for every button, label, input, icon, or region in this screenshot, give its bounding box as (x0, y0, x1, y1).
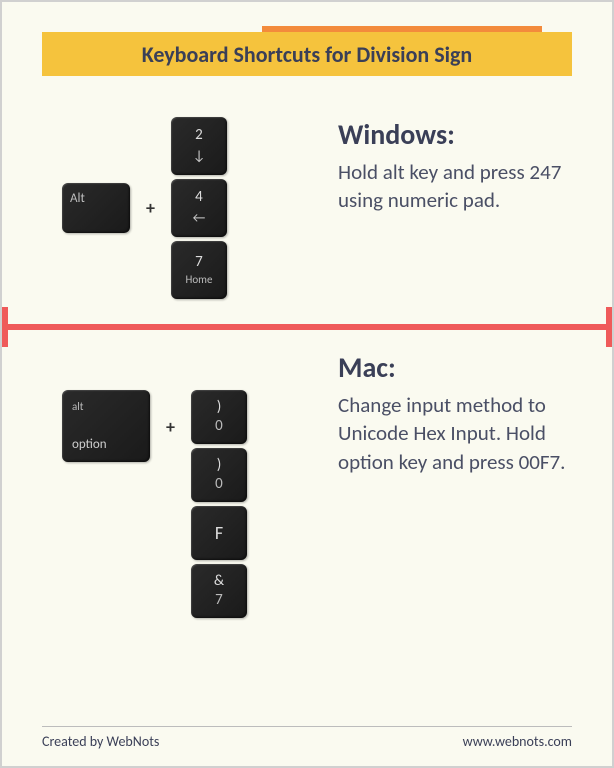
left-arrow-icon: ← (193, 209, 206, 226)
header-title: Keyboard Shortcuts for Division Sign (142, 41, 472, 68)
key-0b-top: ) (217, 458, 222, 473)
key-4-top: 4 (195, 190, 203, 205)
mac-instruction: Mac: Change input method to Unicode Hex … (322, 350, 572, 476)
windows-keys-area: Alt + 2 ↓ 4 ← 7 Home (62, 117, 322, 299)
key-0b-bottom: 0 (215, 477, 223, 492)
mac-keys-area: alt option + ) 0 ) 0 F & 7 (62, 350, 322, 618)
windows-title: Windows: (338, 117, 572, 152)
key-7-top: 7 (195, 255, 203, 270)
header-band: Keyboard Shortcuts for Division Sign (42, 32, 572, 82)
windows-text: Hold alt key and press 247 using numeric… (338, 158, 572, 215)
footer-row: Created by WebNots www.webnots.com (42, 733, 572, 750)
key-0a-bottom: 0 (215, 419, 223, 434)
key-2: 2 ↓ (171, 117, 227, 175)
key-7: 7 Home (171, 241, 227, 299)
windows-key-column: 2 ↓ 4 ← 7 Home (171, 117, 227, 299)
key-0a: ) 0 (191, 390, 247, 444)
mac-text: Change input method to Unicode Hex Input… (338, 391, 572, 476)
footer-url: www.webnots.com (463, 733, 572, 750)
key-7b: & 7 (191, 564, 247, 618)
mac-key-column: ) 0 ) 0 F & 7 (191, 390, 247, 618)
infographic-page: Keyboard Shortcuts for Division Sign Alt… (0, 0, 614, 768)
section-divider (2, 317, 612, 337)
key-4: 4 ← (171, 179, 227, 237)
windows-instruction: Windows: Hold alt key and press 247 usin… (322, 117, 572, 215)
key-7b-bottom: 7 (215, 593, 223, 608)
footer-divider-line (42, 726, 572, 727)
mac-title: Mac: (338, 350, 572, 385)
key-f-top: F (215, 524, 223, 542)
windows-section: Alt + 2 ↓ 4 ← 7 Home Windows: Hold al (2, 112, 612, 309)
key-0b: ) 0 (191, 448, 247, 502)
header-title-bar: Keyboard Shortcuts for Division Sign (42, 32, 572, 76)
option-key: alt option (62, 390, 150, 462)
alt-key: Alt (62, 183, 130, 233)
alt-key-label: Alt (70, 191, 85, 206)
plus-icon: + (160, 390, 181, 438)
key-0a-top: ) (217, 400, 222, 415)
key-7-bottom: Home (186, 274, 213, 285)
key-2-top: 2 (195, 128, 203, 143)
down-arrow-icon: ↓ (193, 147, 206, 164)
footer: Created by WebNots www.webnots.com (42, 726, 572, 750)
option-key-bottom: option (72, 437, 107, 452)
key-7b-top: & (214, 574, 224, 589)
option-key-top: alt (72, 400, 83, 413)
mac-section: alt option + ) 0 ) 0 F & 7 (2, 345, 612, 628)
divider-line (2, 324, 612, 330)
divider-cap-right (606, 307, 612, 347)
key-f: F (191, 506, 247, 560)
plus-icon: + (140, 197, 161, 219)
footer-credit: Created by WebNots (42, 733, 159, 750)
